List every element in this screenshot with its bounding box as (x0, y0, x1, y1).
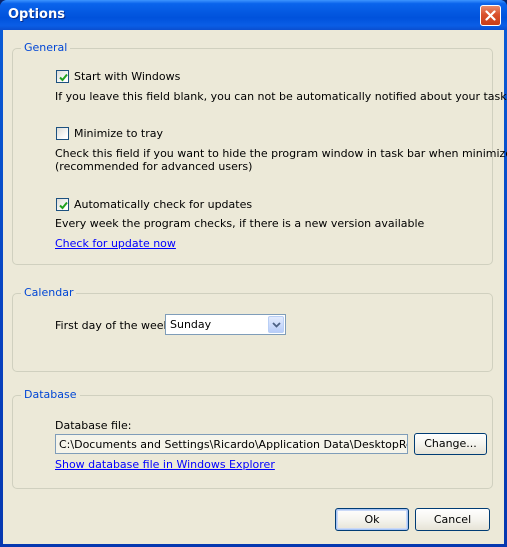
dropdown-button[interactable] (268, 316, 284, 333)
database-group: Database Database file: C:\Documents and… (12, 388, 493, 489)
database-file-path: C:\Documents and Settings\Ricardo\Applic… (59, 438, 407, 451)
change-button[interactable]: Change... (414, 433, 487, 455)
window-title: Options (8, 7, 65, 22)
options-window: Options General Start with Windows If yo… (0, 0, 507, 547)
start-with-windows-description: If you leave this field blank, you can n… (55, 90, 507, 103)
general-group: General Start with Windows If you leave … (12, 41, 507, 265)
minimize-to-tray-label[interactable]: Minimize to tray (74, 127, 163, 141)
auto-update-checkbox[interactable] (56, 198, 69, 211)
cancel-button-label: Cancel (433, 512, 472, 526)
database-file-label: Database file: (55, 419, 132, 432)
first-day-label: First day of the week: (55, 319, 174, 332)
dialog-body: General Start with Windows If you leave … (3, 30, 507, 544)
start-with-windows-checkbox[interactable] (56, 70, 69, 83)
cancel-button[interactable]: Cancel (415, 508, 490, 531)
ok-button-label: Ok (364, 512, 380, 526)
general-legend: General (21, 41, 71, 55)
minimize-to-tray-checkbox[interactable] (56, 127, 69, 140)
calendar-group: Calendar First day of the week: Sunday (12, 286, 493, 372)
database-file-path-field[interactable]: C:\Documents and Settings\Ricardo\Applic… (55, 434, 408, 454)
check-for-update-link[interactable]: Check for update now (55, 237, 176, 251)
first-day-value: Sunday (170, 318, 212, 331)
calendar-legend: Calendar (21, 286, 77, 300)
ok-button[interactable]: Ok (335, 508, 409, 531)
checkmark-icon (59, 73, 68, 82)
database-legend: Database (21, 388, 80, 402)
change-button-label: Change... (424, 437, 477, 450)
minimize-to-tray-description: Check this field if you want to hide the… (55, 147, 507, 160)
close-button[interactable] (480, 5, 501, 26)
checkmark-icon (59, 201, 68, 210)
auto-update-description: Every week the program checks, if there … (55, 217, 425, 230)
first-day-select[interactable]: Sunday (165, 314, 286, 335)
auto-update-label[interactable]: Automatically check for updates (74, 198, 252, 212)
show-in-explorer-link[interactable]: Show database file in Windows Explorer (55, 458, 275, 472)
chevron-down-icon (271, 321, 281, 328)
close-icon (485, 10, 496, 21)
title-bar[interactable]: Options (0, 0, 507, 30)
minimize-to-tray-description-note: (recommended for advanced users) (55, 160, 253, 173)
start-with-windows-label[interactable]: Start with Windows (74, 70, 180, 84)
